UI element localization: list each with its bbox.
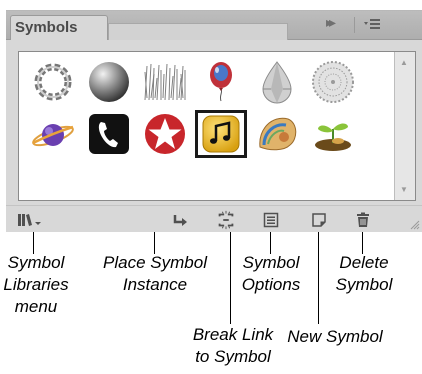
- tab-strip: [108, 23, 288, 40]
- label-delete-symbol: Delete Symbol: [335, 253, 393, 294]
- vertical-scrollbar[interactable]: ▲ ▼: [394, 52, 415, 200]
- symbol-grass-texture[interactable]: [139, 58, 191, 106]
- symbol-seedling[interactable]: [307, 110, 359, 158]
- callout-line-new-symbol: [318, 232, 319, 324]
- scroll-up-icon[interactable]: ▲: [400, 58, 408, 67]
- symbol-teardrop-gem[interactable]: [251, 58, 303, 106]
- resize-grip-icon[interactable]: [410, 220, 420, 230]
- break-link-icon[interactable]: [215, 210, 237, 230]
- symbol-balloon[interactable]: [195, 58, 247, 106]
- scroll-down-icon[interactable]: ▼: [400, 185, 408, 194]
- callout-line-delete: [362, 232, 363, 254]
- symbol-nautilus-shell[interactable]: [251, 110, 303, 158]
- panel-toolbar: [6, 205, 422, 232]
- callout-line-libraries: [33, 232, 34, 254]
- symbol-ringed-planet[interactable]: [27, 110, 79, 158]
- delete-symbol-icon[interactable]: [352, 210, 374, 230]
- symbols-panel: Symbols ▸▸ ▲ ▼: [6, 10, 422, 232]
- callout-line-options: [270, 232, 271, 254]
- header-divider: [354, 17, 355, 33]
- place-symbol-instance-icon[interactable]: [170, 210, 192, 230]
- label-symbol-options: Symbol Options: [241, 253, 301, 294]
- new-symbol-icon[interactable]: [308, 210, 330, 230]
- symbol-options-icon[interactable]: [260, 210, 282, 230]
- symbol-red-star[interactable]: [139, 110, 191, 158]
- label-symbol-libraries-menu: Symbol Libraries menu: [3, 253, 69, 316]
- symbol-gray-sphere[interactable]: [83, 58, 135, 106]
- symbol-telephone[interactable]: [83, 110, 135, 158]
- panel-header: Symbols ▸▸: [6, 11, 422, 40]
- collapse-panel-icon[interactable]: ▸▸: [326, 14, 336, 31]
- symbols-grid: ▲ ▼: [18, 51, 416, 201]
- symbol-libraries-menu-icon[interactable]: [16, 210, 44, 230]
- label-new-symbol: New Symbol: [287, 327, 383, 346]
- symbol-music-note[interactable]: [195, 110, 247, 158]
- callout-line-break-link: [230, 232, 231, 324]
- label-break-link: Break Link to Symbol: [192, 325, 274, 366]
- label-place-symbol-instance: Place Symbol Instance: [103, 253, 207, 294]
- symbol-twisted-ring[interactable]: [27, 58, 79, 106]
- tab-symbols[interactable]: Symbols: [10, 15, 108, 40]
- symbol-lace-circle[interactable]: [307, 58, 359, 106]
- panel-menu-icon[interactable]: [362, 15, 382, 33]
- callout-line-place: [154, 232, 155, 254]
